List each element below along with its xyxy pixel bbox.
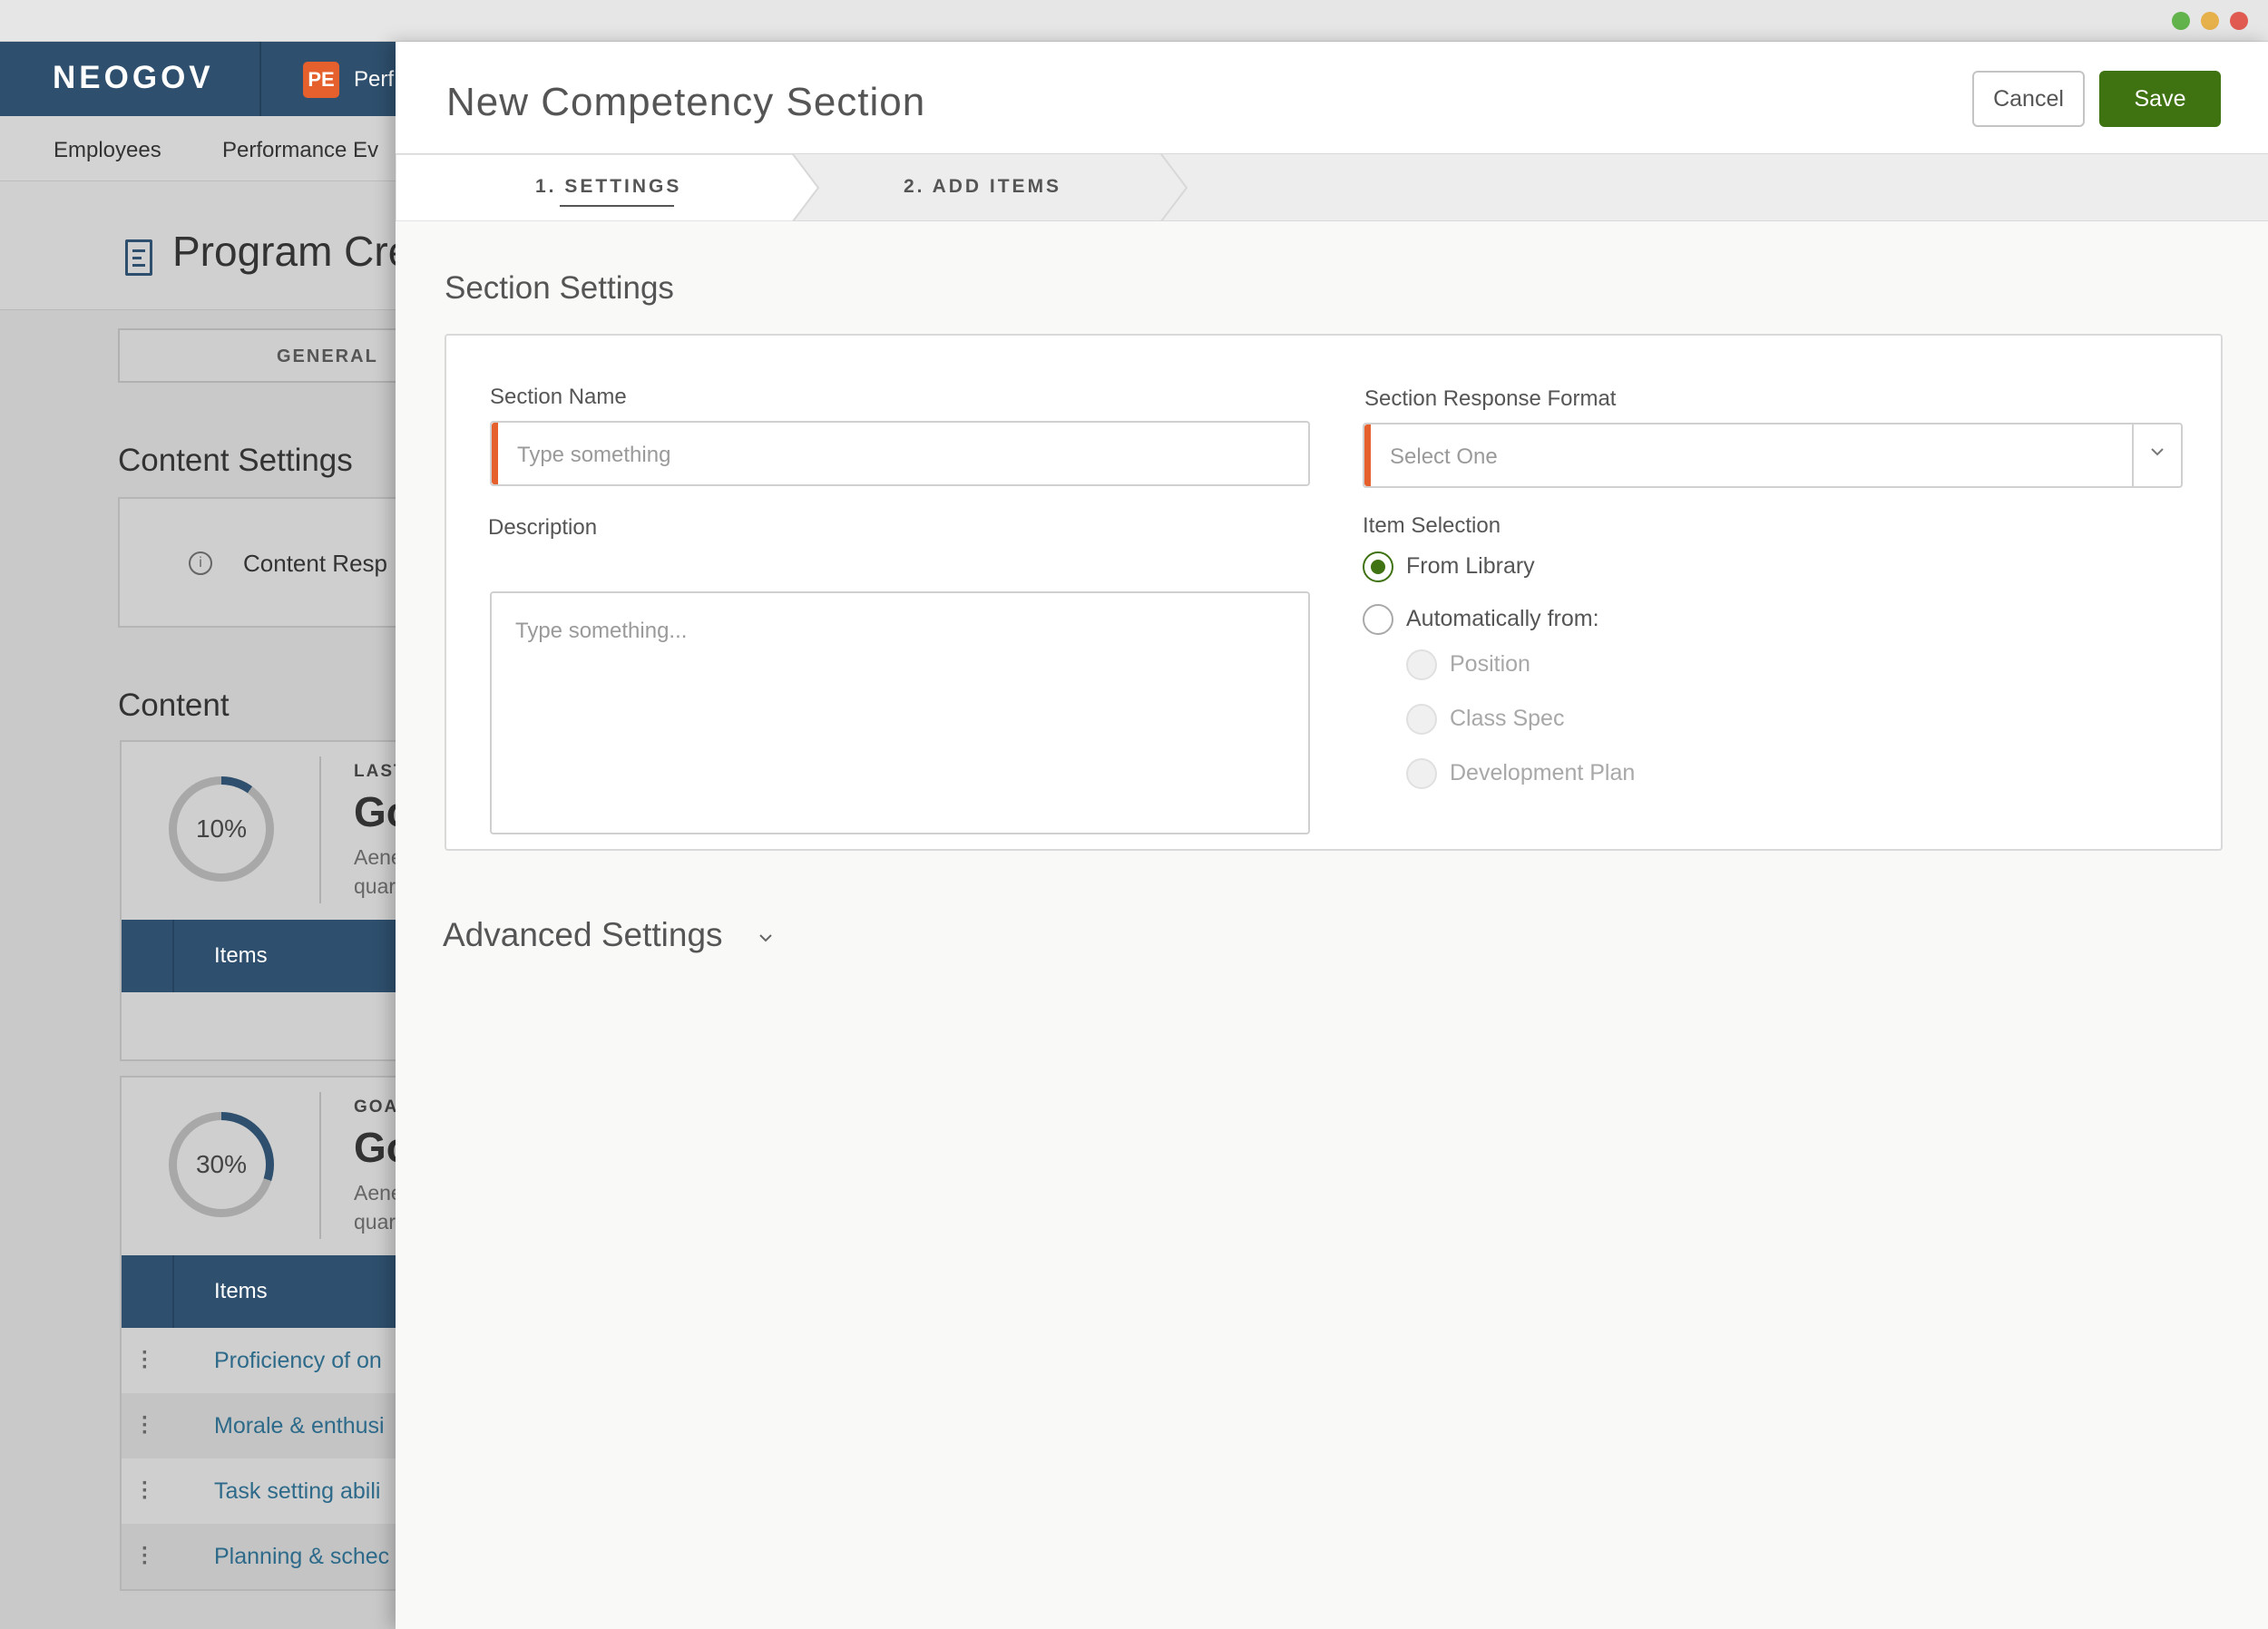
card-divider [319, 1092, 321, 1239]
section-settings-title: Section Settings [445, 270, 674, 306]
card-divider [319, 756, 321, 903]
response-format-select[interactable]: Select One [1363, 423, 2183, 488]
step-settings[interactable]: 1. SETTINGS [535, 176, 681, 198]
radio-position-label: Position [1450, 651, 1530, 677]
radio-automatically-label[interactable]: Automatically from: [1406, 606, 1599, 632]
select-divider [2132, 424, 2134, 486]
card-text: quar [354, 1210, 396, 1234]
radio-development-plan [1406, 758, 1437, 789]
nav-item-performance[interactable]: Performance Ev [222, 138, 378, 163]
section-name-input[interactable]: Type something [490, 421, 1310, 486]
list-item-label[interactable]: Planning & schec [214, 1544, 389, 1570]
section-settings-form: Section Name Type something Description … [445, 334, 2223, 851]
items-header: Items [122, 1255, 417, 1328]
tab-general[interactable]: GENERAL [118, 328, 417, 383]
content-settings-title: Content Settings [118, 443, 353, 478]
description-textarea[interactable]: Type something... [490, 591, 1310, 834]
panel-title: New Competency Section [446, 80, 926, 124]
product-badge: PE [303, 62, 339, 98]
page-title: Program Cre [172, 228, 412, 275]
product-name[interactable]: Perf [354, 67, 394, 93]
tab-general-label: GENERAL [277, 346, 378, 366]
content-card: 30% GOA Go Aene quar Items · · · Proficien… [120, 1076, 419, 1591]
description-placeholder: Type something... [515, 619, 688, 643]
radio-class-spec [1406, 704, 1437, 735]
window-maximize-button[interactable] [2172, 12, 2190, 30]
chevron-down-icon[interactable] [755, 927, 777, 949]
app-navbar: Employees Performance Ev [0, 116, 399, 181]
content-response-label: Content Resp [243, 550, 387, 577]
radio-position [1406, 649, 1437, 680]
card-text: quar [354, 874, 396, 898]
radio-development-plan-label: Development Plan [1450, 760, 1636, 785]
list-item[interactable]: · · · Task setting abili [122, 1458, 417, 1524]
step-indicator: 1. SETTINGS 2. ADD ITEMS [396, 154, 2268, 221]
item-selection-label: Item Selection [1363, 513, 1501, 538]
radio-from-library[interactable] [1363, 551, 1393, 582]
active-step-underline [560, 205, 674, 207]
step-add-items[interactable]: 2. ADD ITEMS [904, 176, 1061, 198]
section-name-label: Section Name [490, 385, 627, 409]
kebab-icon[interactable]: · · · [142, 1342, 149, 1379]
panel-header: New Competency Section Cancel Save [396, 42, 2268, 154]
document-icon [125, 239, 152, 276]
radio-automatically[interactable] [1363, 604, 1393, 635]
card-label: GOA [354, 1097, 399, 1117]
response-format-label: Section Response Format [1364, 386, 1617, 411]
section-name-placeholder: Type something [517, 443, 671, 467]
items-label: Items [214, 943, 268, 968]
progress-ring: 30% [169, 1112, 274, 1217]
chevron-down-icon[interactable] [2146, 441, 2168, 463]
list-item[interactable]: · · · Morale & enthusi [122, 1393, 417, 1458]
nav-item-employees[interactable]: Employees [54, 138, 161, 163]
window-titlebar [0, 0, 2268, 42]
content-card: 10% LAST Go Aene quar Items [120, 740, 419, 1061]
radio-from-library-label[interactable]: From Library [1406, 553, 1535, 580]
cancel-button[interactable]: Cancel [1972, 71, 2085, 127]
list-item-label[interactable]: Task setting abili [214, 1478, 380, 1505]
info-icon: i [189, 551, 212, 575]
content-settings-box: i Content Resp [118, 497, 417, 628]
items-header: Items [122, 920, 417, 992]
advanced-settings-toggle[interactable]: Advanced Settings [443, 916, 723, 954]
topbar-divider [259, 42, 261, 116]
items-label: Items [214, 1279, 268, 1303]
progress-label: 10% [195, 814, 248, 843]
required-indicator [1364, 424, 1371, 486]
list-item-label[interactable]: Morale & enthusi [214, 1413, 385, 1439]
window-close-button[interactable] [2230, 12, 2248, 30]
window-minimize-button[interactable] [2201, 12, 2219, 30]
required-indicator [492, 423, 498, 484]
kebab-icon[interactable]: · · · [142, 1538, 149, 1575]
neogov-logo[interactable]: NEOGOV [53, 60, 214, 96]
list-item-label[interactable]: Proficiency of on [214, 1348, 382, 1374]
list-item[interactable]: · · · Proficiency of on [122, 1328, 417, 1393]
content-title: Content [118, 688, 230, 723]
progress-label: 30% [195, 1150, 248, 1178]
description-label: Description [488, 515, 598, 540]
response-format-value: Select One [1390, 444, 1498, 469]
radio-class-spec-label: Class Spec [1450, 706, 1565, 731]
card-footer [122, 992, 417, 1059]
list-item[interactable]: · · · Planning & schec [122, 1524, 417, 1589]
page-header: Program Cre [0, 181, 411, 310]
progress-ring: 10% [169, 776, 274, 882]
app-topbar: NEOGOV PE Perf [0, 42, 399, 116]
save-button[interactable]: Save [2099, 71, 2221, 127]
kebab-icon[interactable]: · · · [142, 1473, 149, 1509]
kebab-icon[interactable]: · · · [142, 1408, 149, 1444]
competency-section-panel: New Competency Section Cancel Save 1. SE… [396, 42, 2268, 1629]
